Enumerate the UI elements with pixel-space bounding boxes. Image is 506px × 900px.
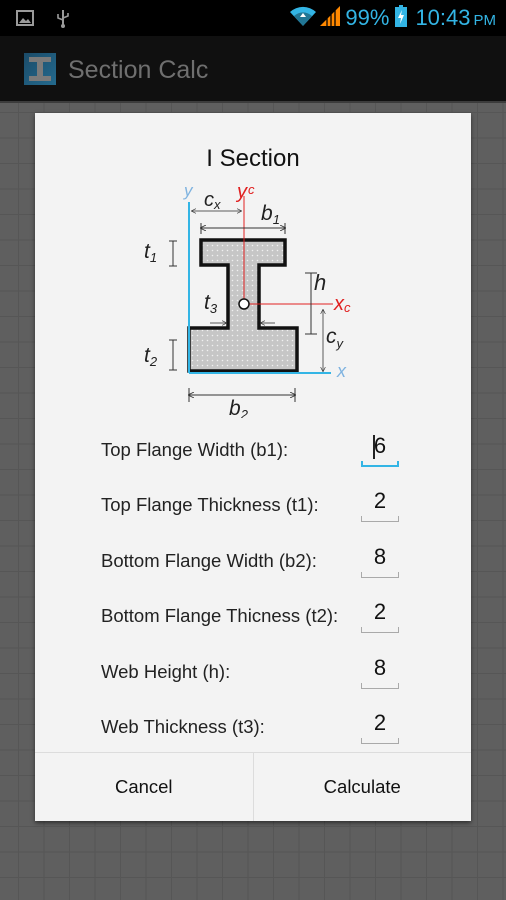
- dialog-title: I Section: [206, 145, 300, 172]
- field-label-b2: Bottom Flange Width (b2):: [101, 550, 317, 571]
- t3-input-wrapper[interactable]: [361, 708, 399, 744]
- label-cy: cy: [326, 325, 345, 351]
- text-cursor: [373, 435, 375, 459]
- field-label-t1: Top Flange Thickness (t1):: [101, 494, 319, 515]
- action-bar: Section Calc: [0, 36, 506, 103]
- field-label-t2: Bottom Flange Thicness (t2):: [101, 605, 339, 626]
- h-input-wrapper[interactable]: [361, 653, 399, 689]
- label-x: x: [336, 361, 347, 381]
- input-underline: [361, 738, 399, 744]
- i-section-dialog: I Section y yc cx b1 t1 h xc t3 cy t2 x …: [35, 113, 471, 821]
- calculate-button[interactable]: Calculate: [254, 753, 472, 821]
- status-bar: 99% 10:43 PM: [0, 0, 506, 36]
- label-b2: b2: [229, 397, 249, 418]
- clock-time: 10:43: [415, 5, 471, 30]
- label-cx: cx: [204, 189, 221, 212]
- t3-input[interactable]: [361, 708, 399, 738]
- label-yc: yc: [235, 181, 255, 203]
- app-title: Section Calc: [68, 56, 209, 84]
- label-t1: t1: [144, 240, 157, 265]
- label-h: h: [314, 270, 326, 295]
- input-underline: [361, 461, 399, 467]
- field-row-t3: Web Thickness (t3):: [101, 708, 401, 748]
- b1-input[interactable]: [361, 431, 399, 461]
- field-row-t2: Bottom Flange Thicness (t2):: [101, 597, 401, 637]
- label-xc: xc: [333, 293, 351, 315]
- t2-input-wrapper[interactable]: [361, 597, 399, 633]
- field-row-h: Web Height (h):: [101, 653, 401, 693]
- b2-input[interactable]: [361, 542, 399, 572]
- dialog-button-bar: Cancel Calculate: [35, 752, 471, 821]
- i-beam-app-icon[interactable]: [24, 53, 56, 85]
- battery-charging-icon: [395, 4, 408, 32]
- field-label-b1: Top Flange Width (b1):: [101, 439, 289, 460]
- h-input[interactable]: [361, 653, 399, 683]
- battery-percent: 99%: [345, 5, 390, 30]
- label-y: y: [183, 181, 194, 200]
- input-underline: [361, 516, 399, 522]
- field-row-b2: Bottom Flange Width (b2):: [101, 542, 401, 582]
- t2-input[interactable]: [361, 597, 399, 627]
- centroid-marker: [238, 298, 250, 310]
- b2-input-wrapper[interactable]: [361, 542, 399, 578]
- label-t3: t3: [204, 291, 218, 316]
- usb-icon: [56, 8, 70, 33]
- field-row-b1: Top Flange Width (b1):: [101, 431, 401, 471]
- field-label-h: Web Height (h):: [101, 661, 231, 682]
- input-underline: [361, 572, 399, 578]
- label-t2: t2: [144, 344, 158, 369]
- t1-input-wrapper[interactable]: [361, 486, 399, 522]
- label-b1: b1: [261, 202, 280, 227]
- wifi-icon: [289, 5, 317, 32]
- i-section-diagram: y yc cx b1 t1 h xc t3 cy t2 x b2: [144, 181, 351, 418]
- clock-ampm: PM: [473, 12, 497, 29]
- cancel-button[interactable]: Cancel: [35, 753, 253, 821]
- field-row-t1: Top Flange Thickness (t1):: [101, 486, 401, 526]
- gallery-notification-icon: [16, 10, 34, 31]
- signal-icon: [319, 5, 341, 32]
- field-label-t3: Web Thickness (t3):: [101, 716, 265, 737]
- input-underline: [361, 627, 399, 633]
- input-underline: [361, 683, 399, 689]
- b1-input-wrapper[interactable]: [361, 431, 399, 467]
- t1-input[interactable]: [361, 486, 399, 516]
